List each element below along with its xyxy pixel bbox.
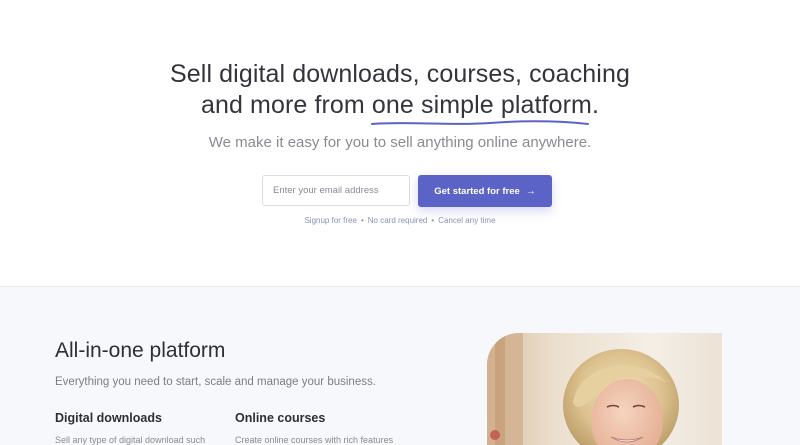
portrait-illustration — [487, 333, 722, 445]
get-started-button[interactable]: Get started for free → — [418, 175, 552, 207]
fineprint-separator: • — [431, 216, 435, 225]
arrow-right-icon: → — [525, 185, 536, 197]
fineprint-signup: Signup for free — [304, 216, 357, 225]
hero-headline: Sell digital downloads, courses, coachin… — [0, 59, 800, 125]
fineprint-no-card: No card required — [367, 216, 428, 225]
squiggle-underline-icon — [370, 120, 589, 125]
headline-highlight-text: one simple platform — [371, 91, 592, 119]
feature-title-digital-downloads: Digital downloads — [55, 411, 162, 425]
hero-section: Sell digital downloads, courses, coachin… — [0, 0, 800, 286]
features-title: All-in-one platform — [55, 339, 226, 362]
hero-subheadline: We make it easy for you to sell anything… — [208, 134, 592, 151]
signup-fineprint: Signup for free • No card required • Can… — [0, 216, 800, 225]
get-started-label: Get started for free — [434, 185, 520, 197]
features-subtitle: Everything you need to start, scale and … — [55, 376, 376, 388]
fineprint-separator: • — [360, 216, 364, 225]
headline-line-1: Sell digital downloads, courses, coachin… — [170, 60, 630, 88]
feature-desc-online-courses: Create online courses with rich features — [235, 435, 394, 445]
headline-suffix: . — [591, 91, 600, 119]
feature-desc-digital-downloads: Sell any type of digital download such — [55, 435, 206, 445]
email-input[interactable] — [262, 175, 410, 206]
fineprint-cancel: Cancel any time — [438, 216, 496, 225]
woman-portrait-image — [487, 333, 722, 445]
headline-highlight: one simple platform — [370, 90, 592, 125]
feature-title-online-courses: Online courses — [235, 411, 326, 425]
headline-line-2-prefix: and more from — [200, 91, 372, 119]
